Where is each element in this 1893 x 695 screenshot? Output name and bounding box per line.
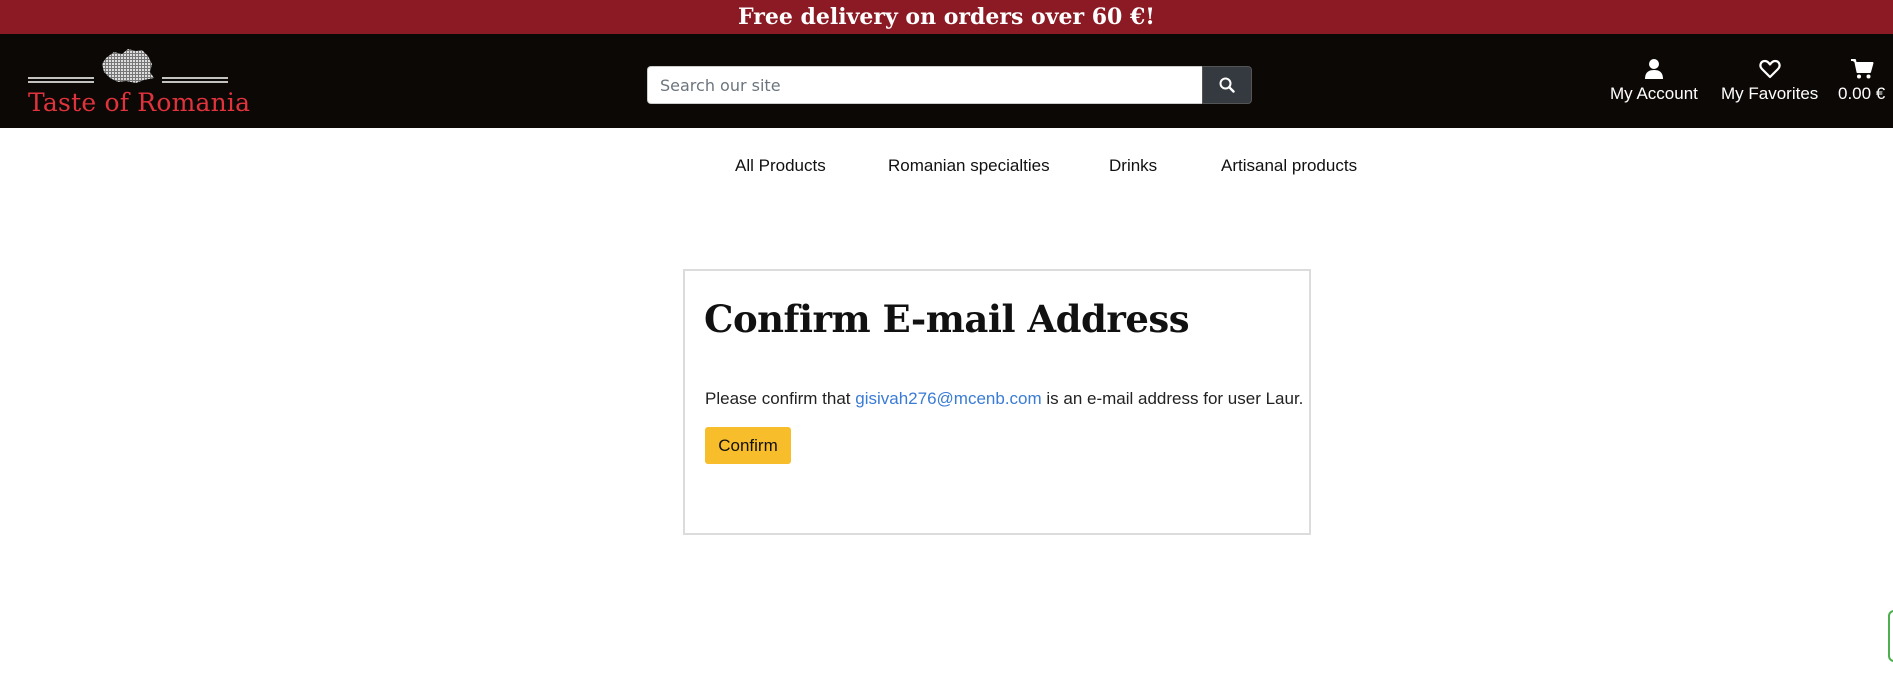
brand-name: Taste of Romania [28,88,251,117]
nav-artisanal-products[interactable]: Artisanal products [1221,156,1357,176]
logo-decor-lines [28,77,228,83]
confirm-email-card: Confirm E-mail Address Please confirm th… [683,269,1311,535]
message-suffix: is an e-mail address for user Laur. [1041,389,1304,408]
user-icon [1644,59,1663,79]
search-input[interactable] [647,66,1202,104]
cart-icon [1850,59,1874,79]
cart-total: 0.00 € [1838,84,1886,103]
search-bar [647,66,1252,104]
search-icon [1219,77,1235,93]
message-prefix: Please confirm that [705,389,856,408]
email-link[interactable]: gisivah276@mcenb.com [855,389,1041,408]
search-button[interactable] [1202,66,1252,104]
promo-banner: Free delivery on orders over 60 €! [0,0,1893,34]
my-favorites-link[interactable]: My Favorites [1721,58,1818,104]
site-logo[interactable]: Taste of Romania [28,48,251,120]
nav-drinks[interactable]: Drinks [1109,156,1157,176]
promo-text: Free delivery on orders over 60 €! [738,4,1155,30]
my-account-label: My Account [1610,84,1698,103]
site-header: Taste of Romania My Account My Favorites [0,34,1893,128]
nav-all-products[interactable]: All Products [735,156,826,176]
heart-icon [1758,59,1781,79]
cart-link[interactable]: 0.00 € [1838,58,1885,104]
my-account-link[interactable]: My Account [1610,58,1698,104]
my-favorites-label: My Favorites [1721,84,1819,103]
side-widget-tab[interactable] [1888,610,1893,662]
confirm-message: Please confirm that gisivah276@mcenb.com… [705,389,1303,409]
main-nav: All Products Romanian specialties Drinks… [0,150,1893,186]
confirm-button[interactable]: Confirm [705,427,791,464]
page-title: Confirm E-mail Address [704,297,1190,341]
nav-romanian-specialties[interactable]: Romanian specialties [888,156,1050,176]
